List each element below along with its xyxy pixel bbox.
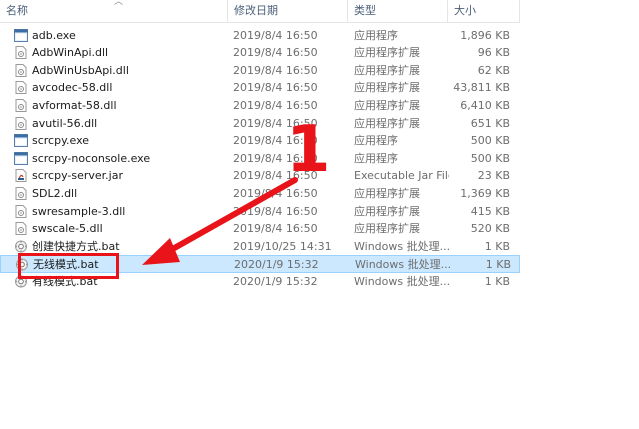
pointer-arrow-icon bbox=[142, 177, 298, 265]
